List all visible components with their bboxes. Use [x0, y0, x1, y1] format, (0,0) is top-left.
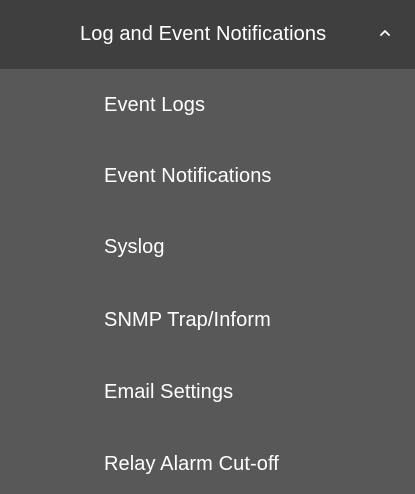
menu-item-event-logs[interactable]: Event Logs	[0, 75, 415, 135]
submenu-header-label: Log and Event Notifications	[80, 23, 327, 45]
menu-item-relay-alarm-cut-off[interactable]: Relay Alarm Cut-off	[0, 434, 415, 494]
menu-item-label: SNMP Trap/Inform	[104, 309, 271, 331]
menu-item-label: Relay Alarm Cut-off	[104, 453, 279, 475]
submenu-header-log-and-event-notifications[interactable]: Log and Event Notifications	[0, 0, 415, 69]
menu-item-label: Event Logs	[104, 94, 206, 116]
menu-item-label: Syslog	[104, 236, 165, 258]
menu-item-label: Email Settings	[104, 381, 234, 403]
menu-item-label: Event Notifications	[104, 165, 272, 187]
menu-item-syslog[interactable]: Syslog	[0, 217, 415, 277]
chevron-up-icon[interactable]	[379, 27, 391, 39]
menu-item-email-settings[interactable]: Email Settings	[0, 362, 415, 422]
menu-item-snmp-trap-inform[interactable]: SNMP Trap/Inform	[0, 290, 415, 350]
nav-submenu: Log and Event Notifications Event Logs E…	[0, 0, 415, 492]
menu-item-event-notifications[interactable]: Event Notifications	[0, 146, 415, 206]
